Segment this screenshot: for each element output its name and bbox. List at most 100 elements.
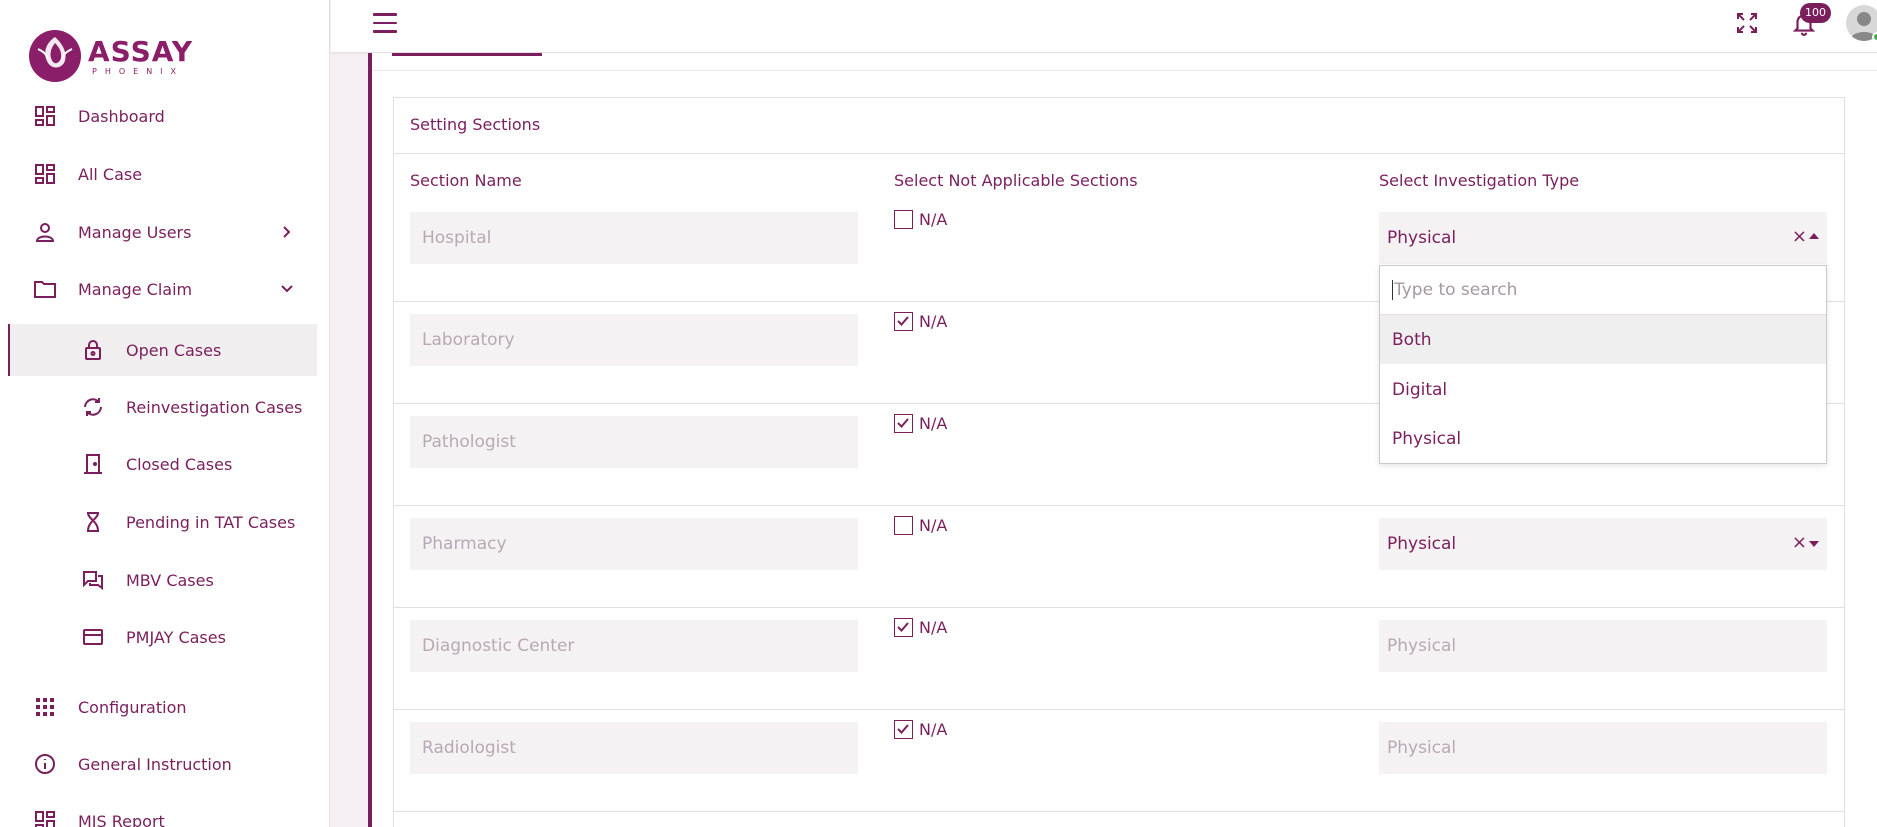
card-header: Setting Sections [394, 98, 1844, 154]
sidebar-item-reinvestigation-cases[interactable]: Reinvestigation Cases [0, 382, 320, 432]
checkbox-box[interactable] [894, 414, 913, 433]
brand-name: ASSAY [88, 34, 194, 68]
sidebar-item-dashboard[interactable]: Dashboard [0, 91, 320, 141]
checkmark-icon [897, 622, 909, 632]
dropdown-search-input[interactable] [1392, 280, 1826, 300]
na-label: N/A [919, 720, 948, 739]
checkmark-icon [897, 418, 909, 428]
checkbox-box[interactable] [894, 312, 913, 331]
sidebar-item-label: Configuration [78, 697, 187, 717]
sidebar-item-label: Manage Claim [78, 279, 193, 299]
top-bar: 100 [331, 0, 1877, 53]
sidebar-item-manage-claim[interactable]: Manage Claim [0, 264, 320, 314]
na-checkbox[interactable]: N/A [894, 312, 947, 331]
section-name-field: Pathologist [410, 416, 858, 468]
phoenix-logo-icon [29, 30, 81, 82]
na-checkbox[interactable]: N/A [894, 618, 947, 637]
grid-icon [32, 694, 58, 720]
divider [372, 70, 1877, 71]
info-icon [32, 751, 58, 777]
select-value: Physical [1387, 228, 1457, 248]
chevron-down-icon [281, 285, 293, 293]
select-value: Physical [1387, 738, 1457, 758]
clear-icon[interactable]: × [1792, 532, 1807, 553]
na-checkbox[interactable]: N/A [894, 210, 947, 229]
investigation-type-dropdown: Both Digital Physical [1379, 265, 1827, 464]
column-header-section-name: Section Name [410, 171, 522, 190]
sidebar-item-mbv-cases[interactable]: MBV Cases [0, 555, 320, 605]
column-header-na: Select Not Applicable Sections [894, 171, 1138, 190]
sidebar-item-label: Open Cases [126, 340, 222, 360]
credit-card-icon [80, 624, 106, 650]
sidebar-item-label: Manage Users [78, 222, 192, 242]
dropdown-option-digital[interactable]: Digital [1380, 365, 1826, 414]
na-label: N/A [919, 618, 948, 637]
sidebar-item-configuration[interactable]: Configuration [0, 682, 320, 732]
checkmark-icon [897, 316, 909, 326]
clear-icon[interactable]: × [1792, 226, 1807, 247]
section-name-field: Pharmacy [410, 518, 858, 570]
sidebar-item-general-instruction[interactable]: General Instruction [0, 739, 320, 789]
card-title: Setting Sections [410, 115, 541, 134]
sidebar-item-closed-cases[interactable]: Closed Cases [0, 439, 320, 489]
caret-down-icon[interactable] [1809, 541, 1819, 547]
section-row: Diagnostic Center N/A Physical [394, 608, 1844, 710]
checkbox-box[interactable] [894, 210, 913, 229]
section-name-field: Hospital [410, 212, 858, 264]
checkmark-icon [897, 724, 909, 734]
fullscreen-icon[interactable] [1735, 11, 1759, 35]
na-checkbox[interactable]: N/A [894, 414, 947, 433]
sidebar-item-label: PMJAY Cases [126, 627, 226, 647]
sidebar-item-label: Reinvestigation Cases [126, 397, 303, 417]
sidebar-item-label: Closed Cases [126, 454, 233, 474]
online-status-indicator [1872, 32, 1877, 42]
caret-up-icon[interactable] [1809, 233, 1819, 239]
setting-sections-card: Setting Sections Section Name Select Not… [393, 97, 1845, 827]
checkbox-box[interactable] [894, 516, 913, 535]
brand-tagline: PHOENIX [92, 66, 185, 76]
na-label: N/A [919, 516, 948, 535]
investigation-type-select: Physical [1379, 620, 1827, 672]
dropdown-option-both[interactable]: Both [1380, 315, 1826, 364]
dashboard-icon [32, 808, 58, 827]
sidebar-item-label: Pending in TAT Cases [126, 512, 296, 532]
dropdown-search [1380, 266, 1826, 315]
active-tab-indicator [392, 53, 542, 56]
na-checkbox[interactable]: N/A [894, 720, 947, 739]
sidebar-item-pmjay-cases[interactable]: PMJAY Cases [0, 612, 320, 662]
dropdown-option-physical[interactable]: Physical [1380, 414, 1826, 463]
na-checkbox[interactable]: N/A [894, 516, 947, 535]
sidebar-item-manage-users[interactable]: Manage Users [0, 207, 320, 257]
sidebar-item-all-case[interactable]: All Case [0, 149, 320, 199]
section-name-field: Laboratory [410, 314, 858, 366]
sidebar-item-label: All Case [78, 164, 143, 184]
chevron-right-icon [283, 226, 291, 238]
checkbox-box[interactable] [894, 618, 913, 637]
menu-toggle-icon[interactable] [373, 13, 397, 35]
column-header-investigation-type: Select Investigation Type [1379, 171, 1580, 190]
sidebar-item-label: General Instruction [78, 754, 232, 774]
sidebar-item-label: MIS Report [78, 811, 165, 827]
dashboard-icon [32, 103, 58, 129]
sidebar-item-label: MBV Cases [126, 570, 214, 590]
dashboard-icon [32, 161, 58, 187]
door-icon [80, 451, 106, 477]
sidebar-item-open-cases[interactable]: Open Cases [8, 324, 317, 376]
hourglass-icon [80, 509, 106, 535]
section-row: Pharmacy N/A Physical × [394, 506, 1844, 608]
sidebar-item-mis-report[interactable]: MIS Report [0, 796, 320, 827]
folder-icon [32, 276, 58, 302]
section-row: Radiologist N/A Physical [394, 710, 1844, 812]
section-name-field: Diagnostic Center [410, 620, 858, 672]
investigation-type-select[interactable]: Physical × [1379, 212, 1827, 264]
investigation-type-select[interactable]: Physical × [1379, 518, 1827, 570]
sidebar-item-label: Dashboard [78, 106, 165, 126]
section-name-field: Radiologist [410, 722, 858, 774]
sidebar-item-pending-tat-cases[interactable]: Pending in TAT Cases [0, 497, 320, 547]
user-icon [32, 219, 58, 245]
brand-logo[interactable]: ASSAY PHOENIX [28, 28, 193, 84]
select-value: Physical [1387, 534, 1457, 554]
notification-count-badge: 100 [1800, 3, 1831, 23]
checkbox-box[interactable] [894, 720, 913, 739]
investigation-type-select: Physical [1379, 722, 1827, 774]
